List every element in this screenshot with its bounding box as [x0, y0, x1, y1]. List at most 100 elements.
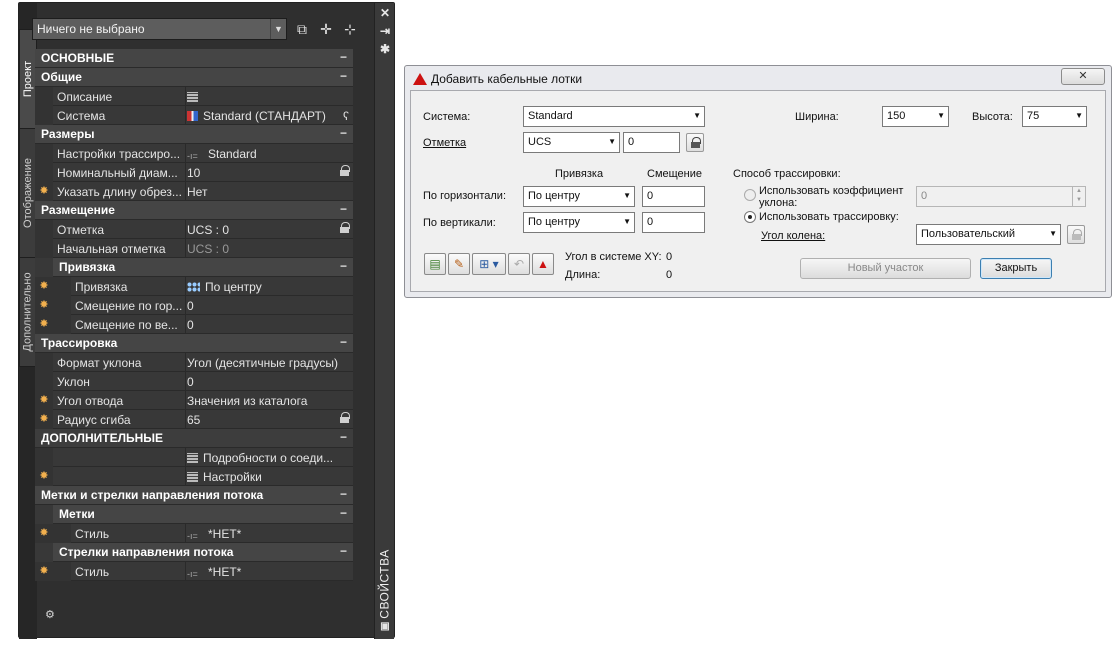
elevation-ucs-select[interactable]: UCS — [523, 132, 620, 153]
pickadd-icon[interactable]: ⊹ — [341, 20, 359, 38]
close-icon[interactable]: ✕ — [377, 5, 393, 21]
close-button[interactable]: Закрыть — [980, 258, 1052, 279]
section-header[interactable]: Размеры − — [35, 125, 353, 144]
collapse-icon[interactable]: − — [340, 126, 347, 140]
quick-select-icon[interactable]: ⧉ — [293, 20, 311, 38]
elevation-lock-button[interactable] — [686, 133, 704, 152]
collapse-icon[interactable]: − — [340, 430, 347, 444]
property-row[interactable]: ✸ Привязка По центру — [35, 277, 353, 296]
property-value[interactable]: 0 — [187, 318, 351, 332]
properties-tool-icon[interactable]: ▤ — [424, 253, 446, 275]
lock-icon[interactable] — [340, 412, 350, 423]
section-header[interactable]: Размещение − — [35, 201, 353, 220]
palette-properties-icon[interactable]: ✱ — [377, 41, 393, 57]
property-value[interactable]: 65 — [187, 413, 351, 427]
horizontal-snap-select[interactable]: По центру — [523, 186, 635, 207]
section-header[interactable]: Метки и стрелки направления потока − — [35, 486, 353, 505]
property-row[interactable]: ✸ Указать длину обрез... Нет — [35, 182, 353, 201]
collapse-icon[interactable]: − — [340, 259, 347, 273]
collapse-icon[interactable]: − — [340, 50, 347, 64]
autohide-icon[interactable]: ⇥ — [377, 23, 393, 39]
column-divider — [185, 87, 186, 106]
property-row[interactable]: Настройки трассиро... -ı= Standard — [35, 144, 353, 163]
collapse-icon[interactable]: − — [340, 506, 347, 520]
property-value[interactable]: Угол (десятичные градусы) — [187, 356, 351, 370]
select-objects-icon[interactable]: ✛ — [317, 20, 335, 38]
property-value[interactable]: UCS : 0 — [187, 223, 351, 237]
collapse-icon[interactable]: − — [340, 544, 347, 558]
property-value[interactable]: Подробности о соеди... — [187, 451, 351, 465]
property-row[interactable]: ✸ Смещение по гор... 0 — [35, 296, 353, 315]
property-value[interactable]: -ı= Standard — [187, 147, 351, 161]
collapse-icon[interactable]: − — [340, 487, 347, 501]
property-value[interactable]: 0 — [187, 375, 351, 389]
property-row[interactable]: ✸ Смещение по ве... 0 — [35, 315, 353, 334]
vertical-offset-input[interactable]: 0 — [642, 212, 705, 233]
dialog-close-button[interactable]: ✕ — [1061, 68, 1105, 85]
collapse-icon[interactable]: − — [340, 69, 347, 83]
property-row[interactable]: Система Standard (СТАНДАРТ) ʕ — [35, 106, 353, 125]
palette-settings-icon[interactable]: ⚙ — [45, 608, 55, 621]
section-header[interactable]: Общие − — [35, 68, 353, 87]
property-row[interactable]: Начальная отметка UCS : 0 — [35, 239, 353, 258]
property-value[interactable]: 10 — [187, 166, 351, 180]
new-segment-button[interactable]: Новый участок — [800, 258, 971, 279]
tool-property-icon: ✸ — [39, 470, 49, 482]
compass-dropdown-icon[interactable]: ⊞ ▾ — [472, 253, 506, 275]
property-row[interactable]: ✸ Угол отвода Значения из каталога — [35, 391, 353, 410]
section-header[interactable]: Метки − — [35, 505, 353, 524]
section-header[interactable]: Трассировка − — [35, 334, 353, 353]
palette-menu-icon[interactable]: ▣ — [377, 619, 393, 635]
elevation-input[interactable]: 0 — [623, 132, 680, 153]
property-row[interactable]: Формат уклона Угол (десятичные градусы) — [35, 353, 353, 372]
section-header[interactable]: ОСНОВНЫЕ − — [35, 49, 353, 68]
match-tool-icon[interactable]: ✎ — [448, 253, 470, 275]
property-row[interactable]: ✸ Радиус сгиба 65 — [35, 410, 353, 429]
vertical-snap-select[interactable]: По центру — [523, 212, 635, 233]
property-row[interactable]: ✸ Настройки — [35, 467, 353, 486]
selection-dropdown[interactable]: Ничего не выбрано ▼ — [32, 18, 287, 40]
lock-icon[interactable] — [340, 222, 350, 233]
property-value[interactable]: -ı= *НЕТ* — [187, 527, 351, 541]
property-value[interactable]: -ı= *НЕТ* — [187, 565, 351, 579]
property-row[interactable]: Подробности о соеди... — [35, 448, 353, 467]
property-row[interactable]: ✸ Стиль -ı= *НЕТ* — [35, 524, 353, 543]
lock-icon[interactable] — [340, 165, 350, 176]
undo-icon[interactable]: ↶ — [508, 253, 530, 275]
property-row[interactable]: Отметка UCS : 0 — [35, 220, 353, 239]
height-select[interactable]: 75 — [1022, 106, 1087, 127]
use-slope-radio[interactable] — [744, 189, 756, 201]
help-tool-icon[interactable]: ▲ — [532, 253, 554, 275]
property-row[interactable]: Номинальный диам... 10 — [35, 163, 353, 182]
property-value[interactable] — [187, 90, 351, 104]
property-value[interactable]: Нет — [187, 185, 351, 199]
section-header[interactable]: ДОПОЛНИТЕЛЬНЫЕ − — [35, 429, 353, 448]
slope-input[interactable]: 0 ▲ ▼ — [916, 186, 1086, 207]
property-name: Настройки трассиро... — [57, 147, 181, 161]
property-value[interactable]: 0 — [187, 299, 351, 313]
system-select[interactable]: Standard — [523, 106, 705, 127]
spinner-icon[interactable]: ▲ ▼ — [1072, 187, 1085, 206]
property-row[interactable]: Уклон 0 — [35, 372, 353, 391]
system-browse-icon[interactable]: ʕ — [343, 109, 349, 123]
new-segment-button-label: Новый участок — [847, 262, 924, 274]
collapse-icon[interactable]: − — [340, 202, 347, 216]
property-row[interactable]: ✸ Стиль -ı= *НЕТ* — [35, 562, 353, 581]
section-header[interactable]: Стрелки направления потока − — [35, 543, 353, 562]
property-name: Радиус сгиба — [57, 413, 131, 427]
property-value[interactable]: Настройки — [187, 470, 351, 484]
use-routing-radio[interactable] — [744, 211, 756, 223]
snap-header: Привязка — [555, 168, 604, 180]
property-value[interactable]: Standard (СТАНДАРТ) ʕ — [187, 109, 351, 123]
property-value[interactable]: Значения из каталога — [187, 394, 351, 408]
width-select[interactable]: 150 — [882, 106, 949, 127]
property-row[interactable]: Описание — [35, 87, 353, 106]
collapse-icon[interactable]: − — [340, 335, 347, 349]
horizontal-offset-input[interactable]: 0 — [642, 186, 705, 207]
elbow-angle-select[interactable]: Пользовательский — [916, 224, 1061, 245]
property-value[interactable]: По центру — [187, 280, 351, 294]
section-header[interactable]: Привязка − — [35, 258, 353, 277]
property-value[interactable]: UCS : 0 — [187, 242, 351, 256]
elbow-lock-button[interactable] — [1067, 225, 1085, 244]
slope-input-value: 0 — [921, 190, 928, 202]
